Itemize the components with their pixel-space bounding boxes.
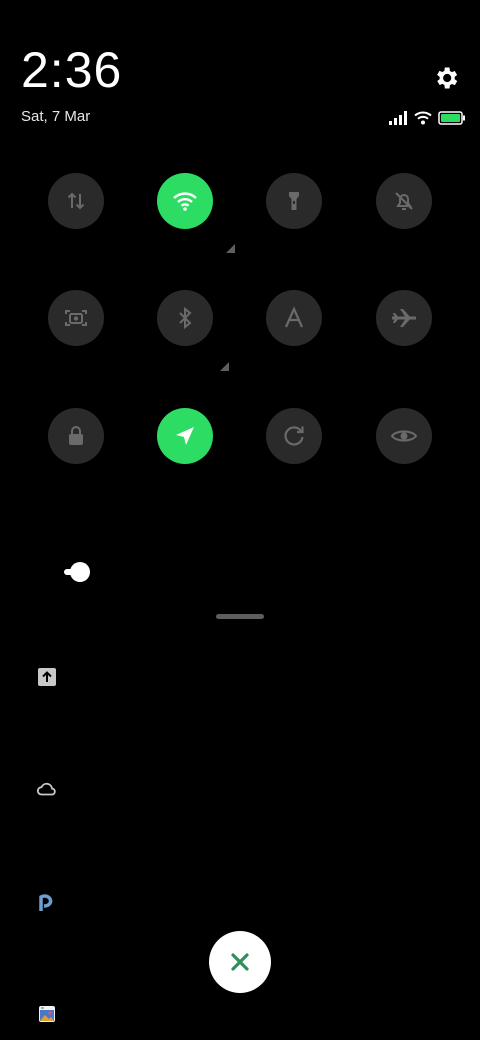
- tile-airplane-mode[interactable]: [376, 290, 432, 346]
- p-app-icon[interactable]: [36, 891, 58, 913]
- bell-off-icon: [395, 192, 413, 210]
- tile-flashlight[interactable]: [266, 173, 322, 229]
- settings-gear-icon[interactable]: [432, 64, 460, 92]
- clock-time: 2:36: [21, 42, 123, 98]
- brightness-slider-thumb[interactable]: [70, 562, 90, 582]
- tile-location[interactable]: [157, 408, 213, 464]
- airplane-icon: [392, 309, 416, 327]
- tile-reading-mode[interactable]: [376, 408, 432, 464]
- eye-icon: [390, 430, 418, 442]
- flashlight-icon: [289, 192, 299, 210]
- tile-bluetooth[interactable]: [157, 290, 213, 346]
- data-arrows-icon: [67, 192, 85, 210]
- camera-icon: [65, 310, 87, 326]
- panel-drag-handle[interactable]: [216, 614, 264, 619]
- clear-notifications-button[interactable]: [209, 931, 271, 993]
- lock-icon: [69, 426, 83, 445]
- tile-lock-screen[interactable]: [48, 408, 104, 464]
- signal-icon: [389, 111, 407, 125]
- bluetooth-icon: [179, 306, 192, 330]
- letter-a-icon: [284, 306, 304, 328]
- tile-mobile-data[interactable]: [48, 173, 104, 229]
- tile-auto-rotate[interactable]: [266, 408, 322, 464]
- date-label: Sat, 7 Mar: [21, 108, 91, 125]
- rotate-icon: [284, 426, 304, 446]
- wifi-icon: [414, 111, 432, 125]
- cloud-icon[interactable]: [36, 778, 58, 800]
- tile-mute[interactable]: [376, 173, 432, 229]
- navigation-arrow-icon: [176, 427, 194, 445]
- battery-icon: [438, 111, 465, 125]
- upload-icon[interactable]: [36, 666, 58, 688]
- tile-auto-brightness[interactable]: [266, 290, 322, 346]
- bluetooth-expand-indicator[interactable]: [220, 362, 229, 371]
- tile-wifi[interactable]: [157, 173, 213, 229]
- gallery-icon[interactable]: [36, 1003, 58, 1025]
- status-icons: [388, 108, 466, 128]
- wifi-expand-indicator[interactable]: [226, 244, 235, 253]
- tile-screenshot[interactable]: [48, 290, 104, 346]
- close-icon: [231, 953, 249, 971]
- wifi-icon: [173, 192, 197, 211]
